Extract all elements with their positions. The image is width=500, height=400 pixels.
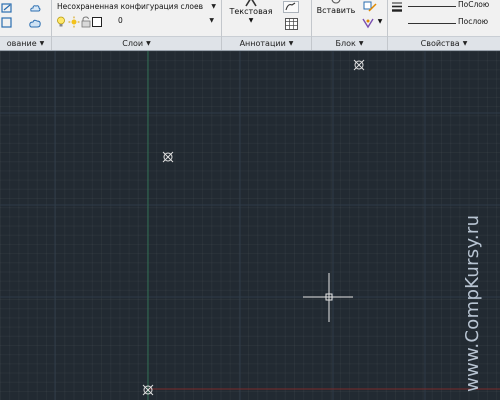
panel-title-block[interactable]: Блок ▼ — [312, 36, 387, 50]
chevron-down-icon[interactable]: ▼ — [376, 18, 384, 25]
edit-small-icon[interactable] — [0, 16, 14, 29]
point-marker-icon[interactable] — [142, 384, 154, 396]
attribute-icon[interactable] — [360, 16, 376, 29]
layer-state-value: Несохраненная конфигурация слоев — [57, 2, 204, 11]
linetype-value[interactable]: ПоСлою — [458, 0, 489, 9]
panel-title-annotations-label: Аннотации — [239, 39, 286, 48]
panel-layers: Несохраненная конфигурация слоев ▼ 0 ▼ С… — [52, 0, 222, 50]
panel-title-block-label: Блок — [335, 39, 356, 48]
watermark-text: www.CompKursy.ru — [462, 214, 483, 392]
color-swatch-icon[interactable] — [90, 15, 104, 28]
major-grid — [0, 51, 500, 400]
canvas-overlay — [0, 51, 500, 400]
panel-title-properties-label: Свойства — [420, 39, 460, 48]
panel-block: Вставить ▼ Блок ▼ — [312, 0, 388, 50]
chevron-down-icon: ▼ — [209, 17, 214, 24]
chevron-down-icon: ▼ — [288, 40, 294, 47]
panel-title-layers-label: Слои — [122, 39, 144, 48]
polyline-icon[interactable] — [282, 0, 300, 13]
lineweight-icon[interactable] — [390, 0, 404, 13]
layer-state-dropdown[interactable]: Несохраненная конфигурация слоев ▼ — [54, 1, 218, 14]
chevron-down-icon[interactable]: ▼ — [246, 17, 256, 24]
insert-block-label[interactable]: Вставить — [312, 6, 360, 15]
chevron-down-icon: ▼ — [462, 40, 468, 47]
lineweight-sample — [408, 23, 456, 24]
chevron-down-icon: ▼ — [211, 3, 216, 10]
panel-draw: ование ▼ — [0, 0, 52, 50]
chevron-down-icon: ▼ — [39, 40, 45, 47]
cloud-icon[interactable] — [28, 1, 42, 14]
point-marker-icon[interactable] — [353, 59, 365, 71]
table-icon[interactable] — [284, 17, 298, 30]
ribbon: ование ▼ Несохраненная конфигурация слоев… — [0, 0, 500, 51]
panel-title-properties[interactable]: Свойства ▼ — [388, 36, 500, 50]
point-marker-icon[interactable] — [162, 151, 174, 163]
chevron-down-icon: ▼ — [358, 40, 364, 47]
panel-properties: ПоСлою Послою Свойства ▼ — [388, 0, 500, 50]
crosshair-cursor-icon — [303, 273, 353, 322]
linetype-sample — [408, 6, 456, 7]
block-edit-icon[interactable] — [362, 0, 378, 13]
panel-title-draw[interactable]: ование ▼ — [0, 36, 51, 50]
panel-annotations: Текстовая ▼ Аннотации ▼ — [222, 0, 312, 50]
drawing-canvas[interactable]: www.CompKursy.ru — [0, 51, 500, 400]
lightbulb-icon[interactable] — [54, 15, 68, 28]
panel-title-draw-label: ование — [6, 39, 37, 48]
edit-icon[interactable] — [0, 1, 14, 14]
chevron-down-icon: ▼ — [146, 40, 151, 47]
revcloud-icon[interactable] — [28, 16, 42, 29]
current-layer-dropdown[interactable]: ▼ — [116, 15, 216, 28]
lineweight-value[interactable]: Послою — [458, 17, 488, 26]
panel-title-annotations[interactable]: Аннотации ▼ — [222, 36, 311, 50]
text-style-label[interactable]: Текстовая — [228, 7, 274, 16]
panel-title-layers[interactable]: Слои ▼ — [52, 36, 221, 50]
